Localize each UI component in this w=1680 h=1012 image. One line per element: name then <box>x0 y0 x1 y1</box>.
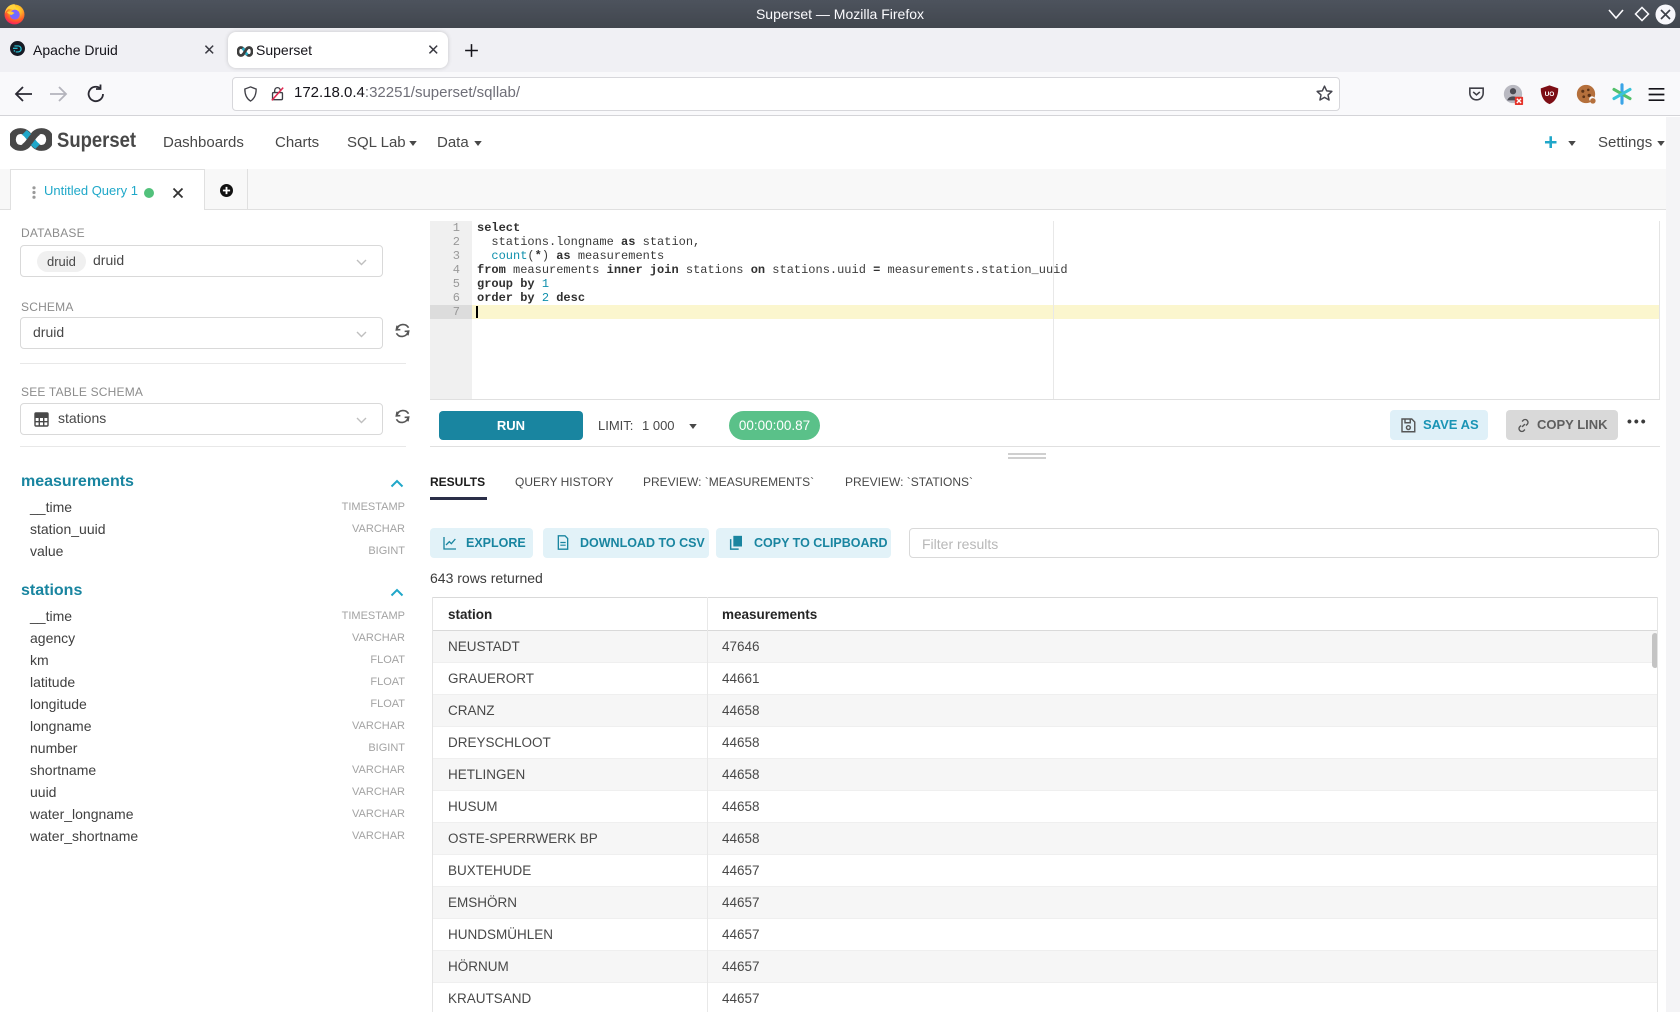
svg-text:UO: UO <box>1545 91 1555 98</box>
